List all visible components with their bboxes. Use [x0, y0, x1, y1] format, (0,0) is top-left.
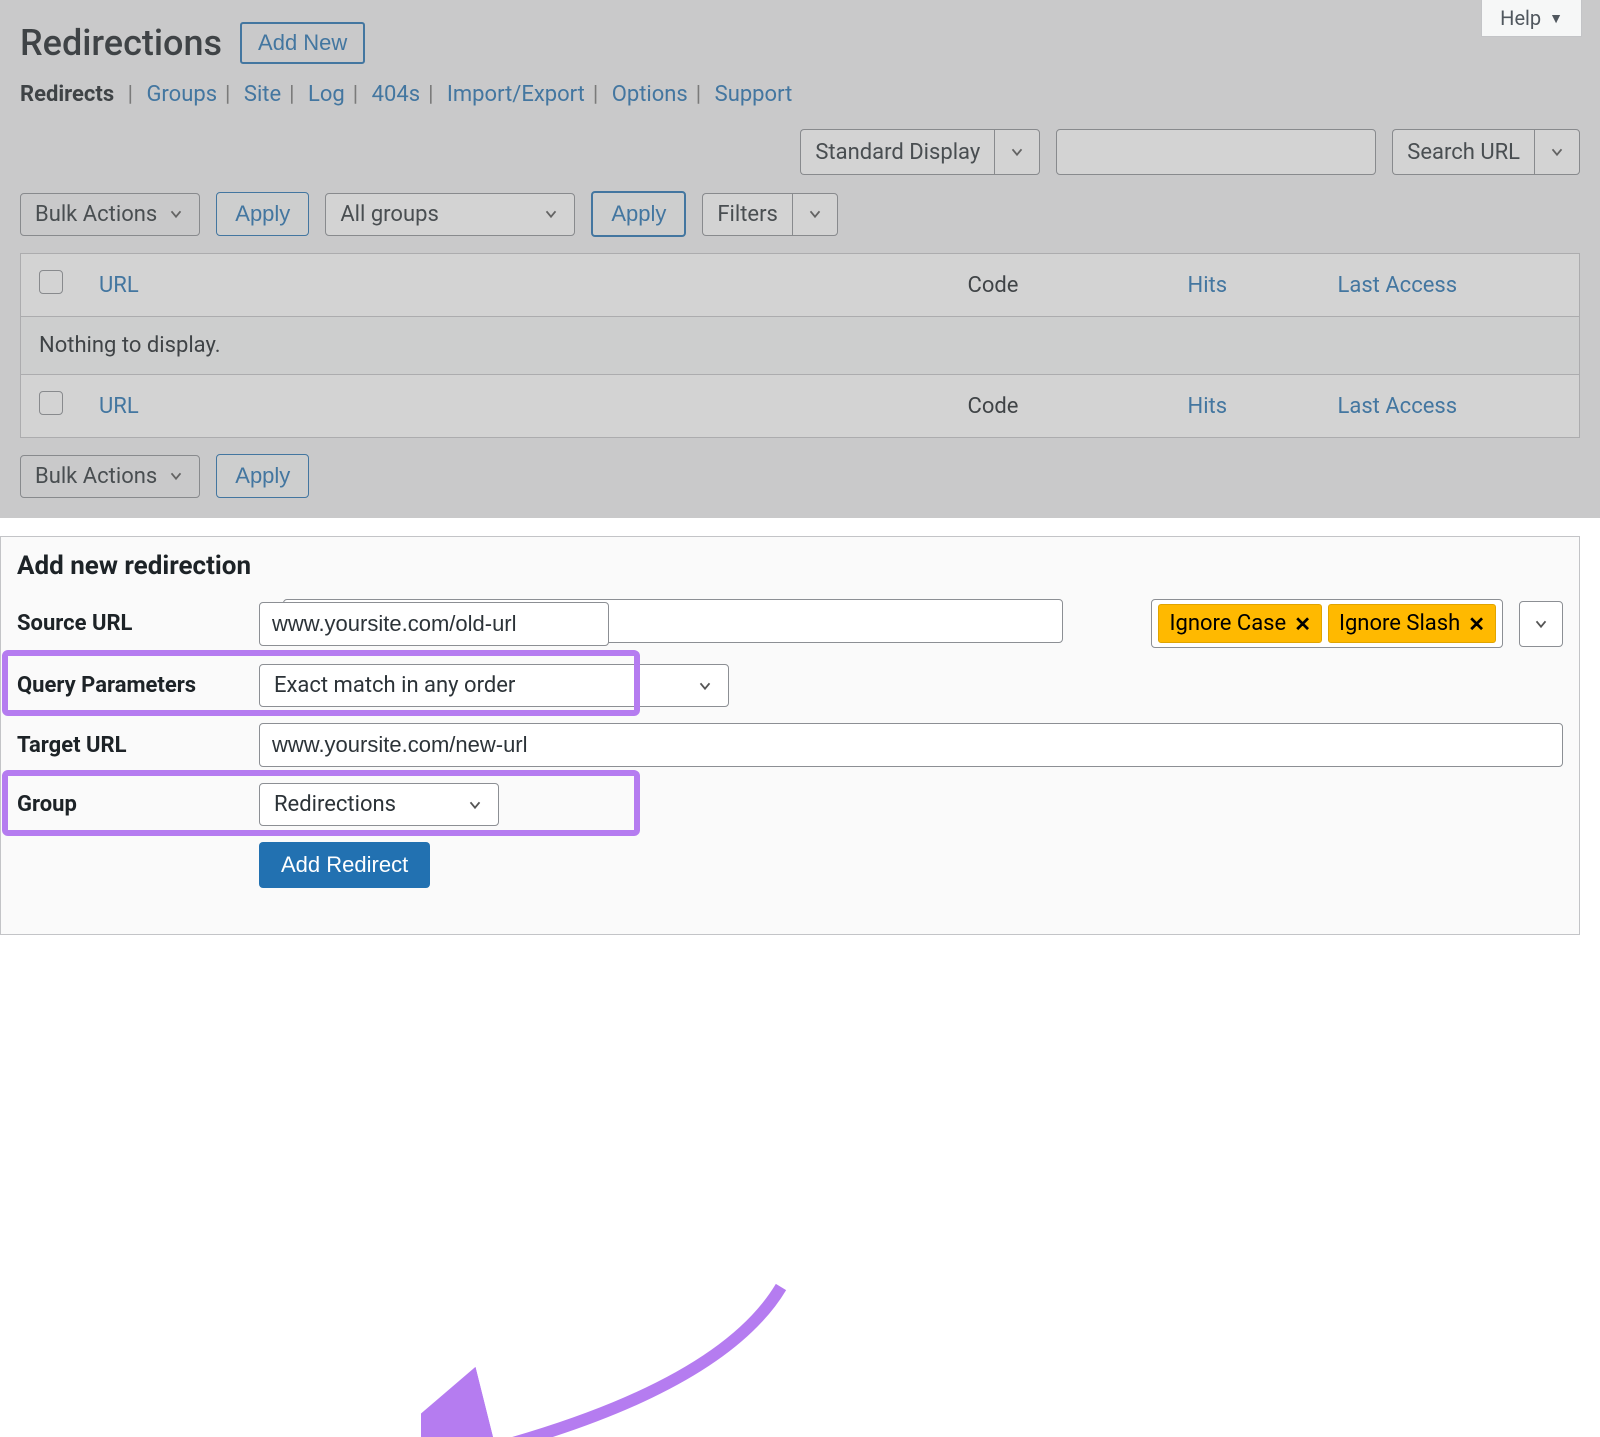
query-value: Exact match in any order: [274, 673, 515, 698]
chevron-down-icon: ▼: [1549, 10, 1563, 27]
col-url[interactable]: URL: [81, 254, 950, 317]
label-source: Source URL: [17, 611, 253, 636]
row-query: Query Parameters Exact match in any orde…: [17, 664, 1563, 707]
tag-ignore-case[interactable]: Ignore Case ✕: [1158, 604, 1321, 643]
url-options-tags[interactable]: Ignore Case ✕ Ignore Slash ✕: [1151, 599, 1503, 648]
col-hits-foot[interactable]: Hits: [1170, 375, 1320, 438]
group-value: Redirections: [274, 792, 396, 817]
group-select[interactable]: Redirections: [259, 783, 499, 826]
bulk-label: Bulk Actions: [35, 202, 157, 227]
chevron-down-icon[interactable]: [1534, 129, 1580, 175]
bulk-actions-top[interactable]: Bulk Actions: [20, 193, 200, 236]
source-url-input[interactable]: [259, 602, 609, 646]
subnav-options[interactable]: Options: [612, 82, 688, 107]
chevron-down-icon: [696, 677, 714, 695]
help-tab[interactable]: Help ▼: [1481, 0, 1582, 37]
search-type-label: Search URL: [1407, 140, 1520, 165]
search-type-select[interactable]: Search URL: [1392, 129, 1580, 175]
subnav-support[interactable]: Support: [715, 82, 793, 107]
search-input[interactable]: [1056, 129, 1376, 175]
filters-label: Filters: [717, 202, 778, 227]
chevron-down-icon: [542, 205, 560, 223]
chevron-down-icon: [167, 205, 185, 223]
bulk-label-bottom: Bulk Actions: [35, 464, 157, 489]
subnav-current: Redirects: [20, 82, 114, 107]
subnav-404s[interactable]: 404s: [372, 82, 420, 107]
table-empty-row: Nothing to display.: [21, 317, 1580, 375]
add-redirection-panel: Add new redirection Source URL Ignore Ca…: [0, 536, 1580, 935]
tag-label: Ignore Slash: [1339, 611, 1460, 636]
row-target: Target URL: [17, 723, 1563, 767]
close-icon[interactable]: ✕: [1468, 612, 1485, 636]
display-mode-label: Standard Display: [815, 140, 980, 165]
apply-bulk-top[interactable]: Apply: [216, 192, 309, 236]
panel-heading: Add new redirection: [17, 551, 1563, 581]
add-redirect-button[interactable]: Add Redirect: [259, 842, 430, 888]
chevron-down-icon[interactable]: [994, 129, 1040, 175]
page-title: Redirections: [20, 22, 222, 64]
group-filter-select[interactable]: All groups: [325, 193, 575, 236]
empty-message: Nothing to display.: [21, 317, 1580, 375]
subnav-site[interactable]: Site: [244, 82, 281, 107]
subnav-import[interactable]: Import/Export: [447, 82, 585, 107]
subnav-groups[interactable]: Groups: [146, 82, 217, 107]
select-all-checkbox[interactable]: [39, 270, 63, 294]
tag-label: Ignore Case: [1169, 611, 1286, 636]
close-icon[interactable]: ✕: [1294, 612, 1311, 636]
add-new-button[interactable]: Add New: [240, 22, 365, 64]
bulk-actions-bottom[interactable]: Bulk Actions: [20, 455, 200, 498]
col-last[interactable]: Last Access: [1320, 254, 1580, 317]
chevron-down-icon[interactable]: [792, 193, 838, 236]
row-submit: Add Redirect: [17, 842, 1563, 888]
chevron-down-icon: [466, 796, 484, 814]
help-label: Help: [1500, 6, 1541, 30]
annotation-arrow: [421, 1257, 841, 1437]
col-hits[interactable]: Hits: [1170, 254, 1320, 317]
label-group: Group: [17, 792, 253, 817]
apply-group-filter[interactable]: Apply: [591, 191, 686, 237]
chevron-down-icon: [1532, 615, 1550, 633]
tag-ignore-slash[interactable]: Ignore Slash ✕: [1328, 604, 1496, 643]
col-code: Code: [950, 254, 1170, 317]
row-source: Source URL Ignore Case ✕ Ignore Slash ✕: [17, 599, 1563, 648]
col-last-foot[interactable]: Last Access: [1320, 375, 1580, 438]
row-group: Group Redirections: [17, 783, 1563, 826]
filters-select[interactable]: Filters: [702, 193, 838, 236]
label-query: Query Parameters: [17, 673, 253, 698]
group-filter-label: All groups: [340, 202, 438, 227]
select-all-checkbox-bottom[interactable]: [39, 391, 63, 415]
display-mode-select[interactable]: Standard Display: [800, 129, 1040, 175]
col-code-foot: Code: [950, 375, 1170, 438]
table-footer-row: URL Code Hits Last Access: [21, 375, 1580, 438]
subnav-log[interactable]: Log: [308, 82, 345, 107]
redirects-table: URL Code Hits Last Access Nothing to dis…: [20, 253, 1580, 438]
target-url-input[interactable]: [259, 723, 1563, 767]
sub-nav: Redirects | Groups| Site| Log| 404s| Imp…: [20, 82, 1580, 107]
apply-bulk-bottom[interactable]: Apply: [216, 454, 309, 498]
query-params-select[interactable]: Exact match in any order: [259, 664, 729, 707]
table-header-row: URL Code Hits Last Access: [21, 254, 1580, 317]
chevron-down-icon: [167, 467, 185, 485]
url-options-dropdown[interactable]: [1519, 601, 1563, 647]
col-url-foot[interactable]: URL: [81, 375, 950, 438]
label-target: Target URL: [17, 733, 253, 758]
